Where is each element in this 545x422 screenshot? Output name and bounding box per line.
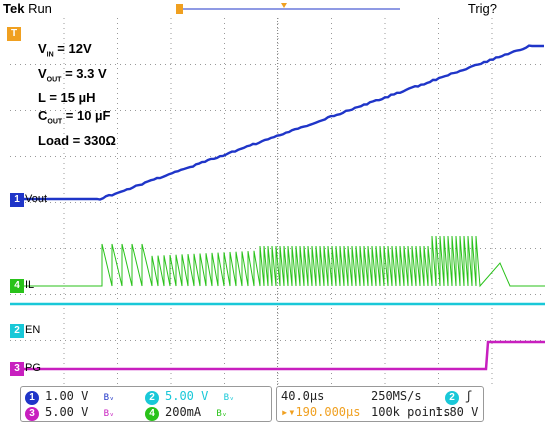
- pg-trace: [10, 342, 545, 369]
- ch3-label: PG: [25, 362, 41, 374]
- timebase-per-div[interactable]: 40.0µs: [281, 389, 324, 403]
- trigger-position-icon: [176, 4, 183, 14]
- ch1-bandwidth-icon: Bᵥ: [104, 393, 115, 403]
- ch2-ground-marker[interactable]: 2: [10, 324, 24, 338]
- trigger-marker-icon: T: [7, 27, 21, 41]
- trigger-source[interactable]: 2ʃ: [445, 389, 472, 405]
- ch4-bandwidth-icon: Bᵥ: [216, 409, 227, 419]
- sample-rate: 250MS/s: [371, 389, 422, 403]
- trigger-position-bar: [0, 0, 545, 18]
- ch4-scale[interactable]: 4 200mA Bᵥ: [145, 405, 227, 421]
- circuit-annotation: VIN = 12V VOUT = 3.3 V L = 15 µH COUT = …: [38, 40, 116, 150]
- timebase-panel[interactable]: 40.0µs 250MS/s ▸▾190.000µs 100k points 2…: [276, 386, 484, 422]
- ch3-scale[interactable]: 3 5.00 V Bᵥ: [25, 405, 114, 421]
- trigger-level[interactable]: 1.80 V: [435, 405, 478, 419]
- ch3-bandwidth-icon: Bᵥ: [104, 409, 115, 419]
- channel-scale-panel[interactable]: 1 1.00 V Bᵥ 2 5.00 V Bᵥ 3 5.00 V Bᵥ 4 200mA …: [20, 386, 272, 422]
- ch2-label: EN: [25, 324, 40, 336]
- annotation-load: Load = 330Ω: [38, 132, 116, 150]
- rising-edge-icon: ʃ: [465, 389, 472, 403]
- ch1-ground-marker[interactable]: 1: [10, 193, 24, 207]
- ch3-ground-marker[interactable]: 3: [10, 362, 24, 376]
- ch4-label: IL: [25, 279, 34, 291]
- trigger-delay-icon: [281, 3, 287, 8]
- status-bar: Tek Run Trig?: [0, 0, 545, 18]
- annotation-cout: COUT = 10 µF: [38, 107, 116, 132]
- ch1-scale[interactable]: 1 1.00 V Bᵥ: [25, 389, 114, 405]
- trigger-delay[interactable]: ▸▾190.000µs: [281, 405, 360, 419]
- delay-icon: ▸▾: [281, 405, 295, 419]
- ch2-bandwidth-icon: Bᵥ: [224, 393, 235, 403]
- annotation-inductor: L = 15 µH: [38, 89, 116, 107]
- annotation-vout: VOUT = 3.3 V: [38, 65, 116, 90]
- ch4-ground-marker[interactable]: 4: [10, 279, 24, 293]
- ch2-scale[interactable]: 2 5.00 V Bᵥ: [145, 389, 234, 405]
- ch1-label: Vout: [25, 193, 47, 205]
- annotation-vin: VIN = 12V: [38, 40, 116, 65]
- trigger-status: Trig?: [468, 1, 497, 16]
